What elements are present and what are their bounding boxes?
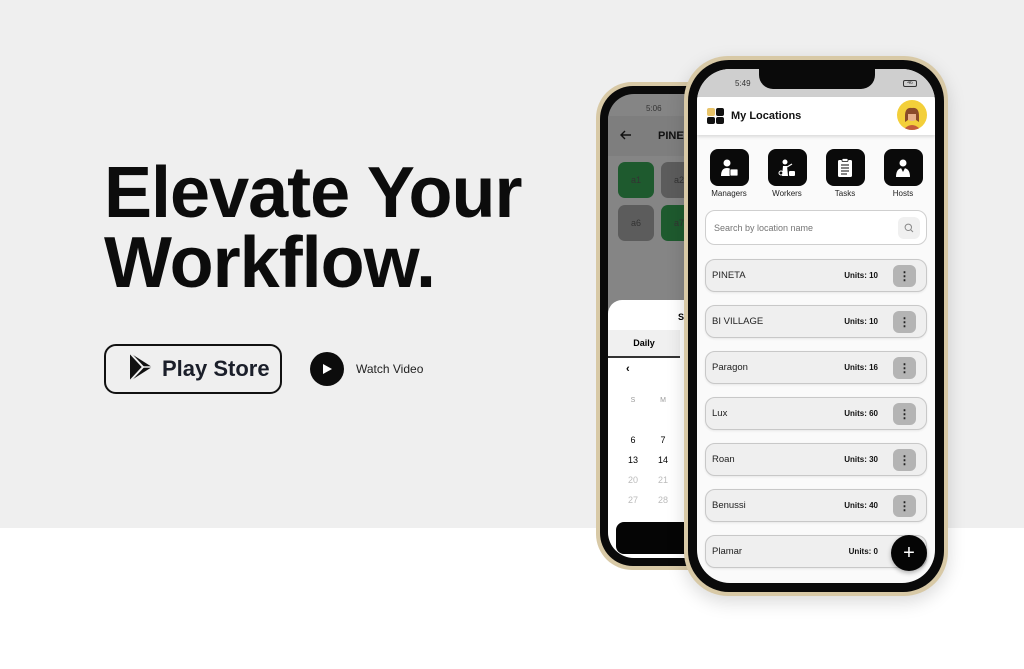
battery-icon: 46 [903,80,917,87]
location-item[interactable]: Roan Units: 30 ⋮ [705,443,927,476]
hero-title: Elevate Your Workflow. [104,157,523,299]
hero-title-line-2: Workflow. [104,223,436,303]
location-name: PINETA [712,270,746,281]
watch-video-label: Watch Video [356,362,424,376]
hero-title-line-1: Elevate Your [104,153,523,233]
google-play-icon [128,351,154,387]
location-name: Plamar [712,546,743,557]
location-name: Lux [712,408,728,419]
phone-notch [759,69,875,89]
front-phone-screen: 5:49 46 My Locations Managers Workers Ta… [697,69,935,583]
more-vertical-icon[interactable]: ⋮ [893,403,916,425]
unit-cell[interactable]: a1 [618,162,654,198]
location-item[interactable]: Paragon Units: 16 ⋮ [705,351,927,384]
app-header: My Locations [697,97,935,135]
calendar-day[interactable]: 7 [648,430,678,450]
watch-video-button[interactable]: Watch Video [310,352,423,386]
chevron-left-icon[interactable]: ‹ [626,363,630,375]
location-units: Units: 10 [844,317,878,326]
category-workers[interactable]: Workers [761,149,813,198]
location-name: Benussi [712,500,746,511]
host-person-icon [883,149,923,186]
play-store-button[interactable]: Play Store [104,344,282,394]
category-label: Managers [711,189,747,198]
category-label: Tasks [834,189,856,198]
location-name: Roan [712,454,735,465]
location-units: Units: 0 [848,547,878,556]
play-circle-icon [310,352,344,386]
category-tasks[interactable]: Tasks [819,149,871,198]
calendar-day[interactable]: 28 [648,490,678,510]
more-vertical-icon[interactable]: ⋮ [893,311,916,333]
front-phone-mockup: 5:49 46 My Locations Managers Workers Ta… [684,56,948,596]
location-units: Units: 10 [844,271,878,280]
location-units: Units: 60 [844,409,878,418]
clipboard-checklist-icon [825,149,865,186]
location-name: Paragon [712,362,748,373]
category-label: Workers [772,189,802,198]
location-item[interactable]: Benussi Units: 40 ⋮ [705,489,927,522]
weekday-header: M [660,396,666,404]
more-vertical-icon[interactable]: ⋮ [893,265,916,287]
app-logo-icon [707,108,724,124]
category-managers[interactable]: Managers [703,149,755,198]
worker-cleaning-icon [767,149,807,186]
manager-briefcase-icon [709,149,749,186]
location-item[interactable]: PINETA Units: 10 ⋮ [705,259,927,292]
status-time: 5:49 [735,79,751,88]
calendar-day[interactable]: 27 [618,490,648,510]
location-units: Units: 16 [844,363,878,372]
more-vertical-icon[interactable]: ⋮ [893,357,916,379]
category-row: Managers Workers Tasks Hosts [697,135,935,198]
calendar-day[interactable]: 14 [648,450,678,470]
calendar-day[interactable]: 6 [618,430,648,450]
location-units: Units: 40 [844,501,878,510]
unit-cell[interactable]: a6 [618,205,654,241]
location-item[interactable]: BI VILLAGE Units: 10 ⋮ [705,305,927,338]
calendar-day[interactable]: 21 [648,470,678,490]
page-title: My Locations [731,110,802,122]
search-bar [705,210,927,245]
more-vertical-icon[interactable]: ⋮ [893,495,916,517]
play-store-label: Play Store [162,356,270,381]
tab-daily[interactable]: Daily [608,330,680,358]
add-location-button[interactable]: + [891,535,927,571]
calendar-day[interactable]: 13 [618,450,648,470]
category-label: Hosts [892,189,914,198]
category-hosts[interactable]: Hosts [877,149,929,198]
location-list: PINETA Units: 10 ⋮ BI VILLAGE Units: 10 … [697,245,935,568]
arrow-left-icon[interactable] [620,130,632,143]
calendar-day[interactable]: 20 [618,470,648,490]
more-vertical-icon[interactable]: ⋮ [893,449,916,471]
weekday-header: S [630,396,636,404]
location-units: Units: 30 [844,455,878,464]
avatar[interactable] [897,100,927,130]
search-icon[interactable] [898,217,920,239]
location-item[interactable]: Lux Units: 60 ⋮ [705,397,927,430]
location-name: BI VILLAGE [712,316,764,327]
search-input[interactable] [714,222,874,233]
